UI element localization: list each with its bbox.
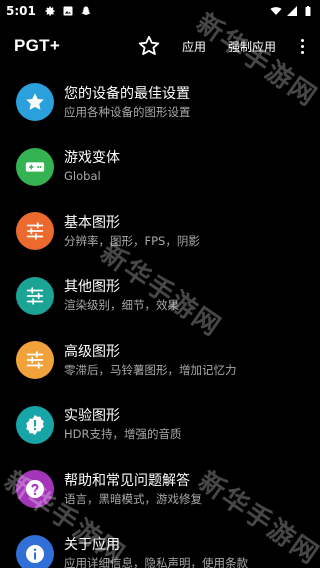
- status-system-icons: [270, 5, 314, 17]
- more-options-button[interactable]: [296, 34, 308, 58]
- apply-button[interactable]: 应用: [182, 38, 206, 55]
- gamepad-icon: [25, 162, 45, 172]
- app-bar: PGT+ 应用 强制应用: [0, 22, 320, 70]
- item-subtitle: 应用各种设备的图形设置: [64, 104, 191, 119]
- item-title: 您的设备的最佳设置: [64, 85, 190, 102]
- gear-icon: [45, 6, 55, 16]
- app-bar-actions: 应用 强制应用: [136, 33, 320, 59]
- menu-item-help-faq[interactable]: 帮助和常见问题解答 语言，黑暗模式，游戏修复: [0, 457, 320, 522]
- battery-icon: [305, 6, 311, 16]
- menu-item-best-settings[interactable]: 您的设备的最佳设置 应用各种设备的图形设置: [0, 70, 320, 135]
- signal-icon: [287, 6, 297, 16]
- menu-item-basic-graphics[interactable]: 基本图形 分辨率，图形，FPS，阴影: [0, 199, 320, 264]
- favorite-button[interactable]: [136, 33, 162, 59]
- sliders-icon: [26, 351, 44, 369]
- menu-item-game-variant[interactable]: 游戏变体 Global: [0, 135, 320, 200]
- item-title: 高级图形: [64, 343, 120, 360]
- item-title: 游戏变体: [64, 150, 120, 167]
- item-subtitle: 分辨率，图形，FPS，阴影: [64, 233, 200, 248]
- settings-menu-list: 您的设备的最佳设置 应用各种设备的图形设置 游戏变体 Global 基本图形 分…: [0, 70, 320, 568]
- item-icon-circle: [16, 405, 54, 444]
- item-subtitle: 零滞后，马铃薯图形，增加记忆力: [64, 362, 237, 377]
- item-icon-circle: [16, 534, 54, 568]
- star-outline-icon: [138, 35, 160, 55]
- item-title: 关于应用: [64, 537, 120, 554]
- item-title: 帮助和常见问题解答: [64, 472, 190, 489]
- more-vert-icon: [300, 38, 304, 42]
- help-icon: [26, 480, 44, 499]
- wifi-icon: [270, 7, 282, 15]
- app-title: PGT+: [14, 36, 61, 55]
- item-title: 基本图形: [64, 214, 120, 231]
- menu-item-advanced-graphics[interactable]: 高级图形 零滞后，马铃薯图形，增加记忆力: [0, 328, 320, 393]
- star-icon: [26, 93, 44, 111]
- sliders-icon: [26, 287, 44, 305]
- alert-badge-icon: [26, 414, 44, 435]
- menu-item-other-graphics[interactable]: 其他图形 渲染级别，细节，效果: [0, 264, 320, 329]
- item-subtitle: Global: [64, 169, 101, 184]
- item-subtitle: HDR支持，增强的音质: [64, 427, 182, 442]
- item-icon-circle: [16, 276, 54, 315]
- item-icon-circle: [16, 470, 54, 509]
- item-icon-circle: [16, 147, 54, 186]
- sliders-icon: [26, 222, 44, 240]
- menu-item-about-app[interactable]: 关于应用 应用详细信息，隐私声明，使用条款: [0, 522, 320, 568]
- item-icon-circle: [16, 83, 54, 122]
- snapchat-ghost-icon: [81, 6, 91, 16]
- item-subtitle: 渲染级别，细节，效果: [64, 298, 179, 313]
- item-title: 其他图形: [64, 279, 120, 296]
- info-icon: [26, 544, 44, 563]
- status-notification-icons: [44, 5, 92, 17]
- menu-item-experimental-graphics[interactable]: 实验图形 HDR支持，增强的音质: [0, 393, 320, 458]
- status-time: 5:01: [6, 4, 36, 18]
- item-icon-circle: [16, 212, 54, 251]
- force-apply-button[interactable]: 强制应用: [228, 38, 276, 55]
- item-icon-circle: [16, 341, 54, 380]
- item-subtitle: 应用详细信息，隐私声明，使用条款: [64, 556, 248, 568]
- image-icon: [63, 6, 73, 16]
- item-title: 实验图形: [64, 408, 120, 425]
- status-bar: 5:01: [0, 0, 320, 22]
- item-subtitle: 语言，黑暗模式，游戏修复: [64, 491, 202, 506]
